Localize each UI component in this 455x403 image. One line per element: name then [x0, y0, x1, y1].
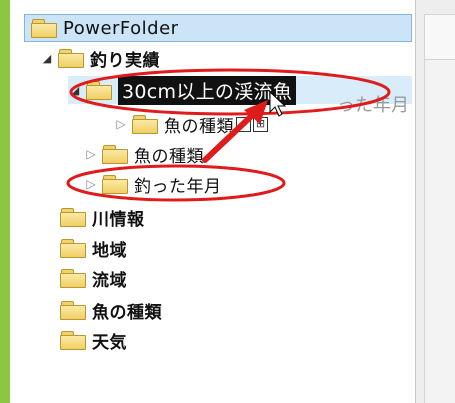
annotation-circle-drop-target — [66, 164, 286, 202]
annotation-circle-drag-item — [69, 68, 391, 116]
annotation-overlay — [66, 68, 391, 202]
